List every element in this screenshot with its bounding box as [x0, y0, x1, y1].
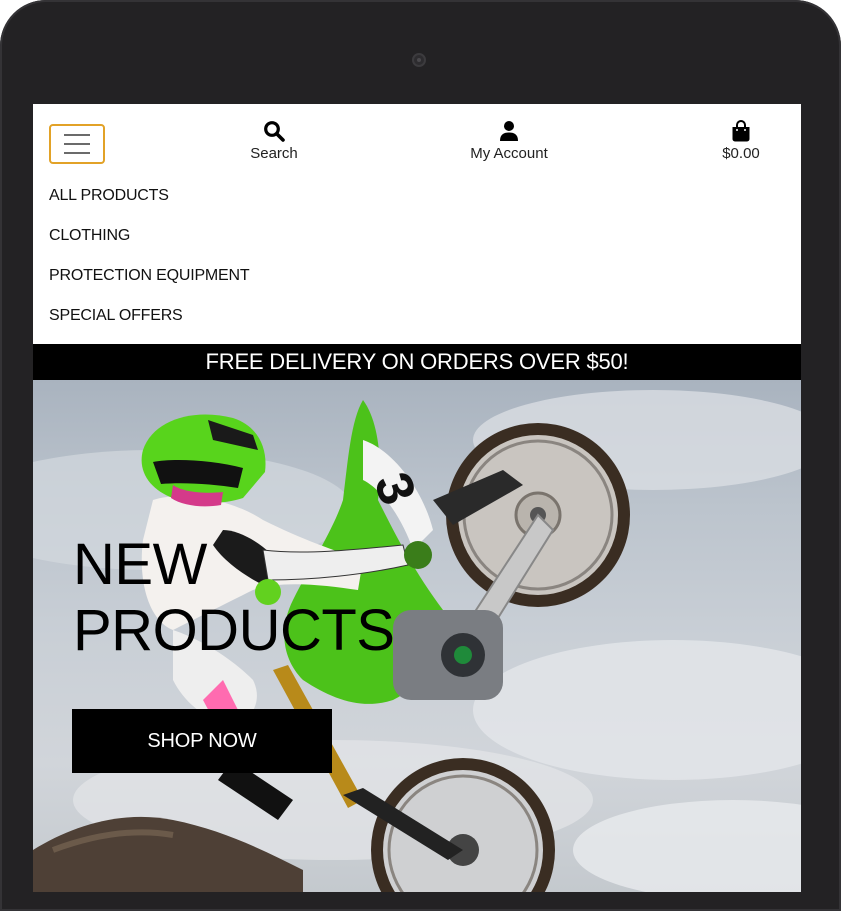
nav-item-clothing[interactable]: CLOTHING — [49, 224, 249, 264]
bag-total: $0.00 — [722, 145, 760, 162]
main-nav-menu: ALL PRODUCTS CLOTHING PROTECTION EQUIPME… — [49, 184, 250, 344]
site-header: Search My Account $0.00 ALL PRODUCTS CLO… — [33, 104, 801, 344]
tablet-frame: Search My Account $0.00 ALL PRODUCTS CLO… — [0, 0, 841, 911]
search-link[interactable]: Search — [237, 120, 311, 162]
nav-item-special-offers[interactable]: SPECIAL OFFERS — [49, 304, 249, 344]
camera-icon — [412, 53, 426, 67]
menu-toggle-button[interactable] — [49, 124, 105, 164]
shopping-bag-link[interactable]: $0.00 — [713, 120, 769, 162]
user-icon — [500, 121, 518, 141]
hero-title-line-2: PRODUCTS — [73, 598, 395, 663]
browser-viewport: Search My Account $0.00 ALL PRODUCTS CLO… — [33, 104, 801, 892]
search-label: Search — [250, 145, 298, 162]
hero-title: NEW PRODUCTS — [73, 532, 493, 664]
shop-now-button[interactable]: SHOP NOW — [72, 709, 332, 773]
nav-item-protection-equipment[interactable]: PROTECTION EQUIPMENT — [49, 264, 250, 304]
my-account-label: My Account — [470, 145, 548, 162]
my-account-link[interactable]: My Account — [463, 120, 555, 162]
search-icon — [264, 121, 285, 142]
hero-title-line-1: NEW — [73, 532, 207, 597]
hamburger-menu-icon — [64, 134, 90, 136]
shopping-bag-icon — [732, 120, 750, 142]
nav-item-all-products[interactable]: ALL PRODUCTS — [49, 184, 249, 224]
delivery-banner: FREE DELIVERY ON ORDERS OVER $50! — [33, 344, 801, 380]
hero-section: 3 NEW PRODUCTS SHOP NOW — [33, 380, 801, 892]
